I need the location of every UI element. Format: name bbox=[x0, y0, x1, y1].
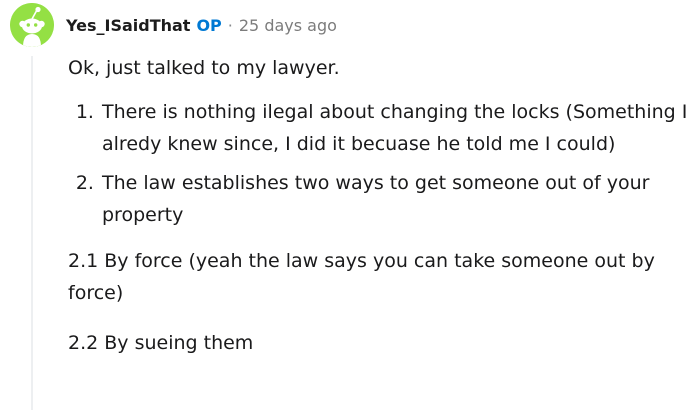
sub-point-paragraph: 2.2 By sueing them bbox=[68, 332, 254, 354]
thread-line[interactable] bbox=[31, 56, 33, 410]
sub-point-paragraph: 2.1 By force (yeah the law says you can … bbox=[68, 250, 655, 304]
snoo-avatar-icon bbox=[10, 3, 54, 47]
avatar[interactable] bbox=[10, 3, 54, 47]
comment-header: Yes_ISaidThat OP · 25 days ago bbox=[66, 12, 337, 38]
list-item: The law establishes two ways to get some… bbox=[100, 167, 688, 231]
list-item: There is nothing ilegal about changing t… bbox=[100, 96, 688, 160]
comment-intro: Ok, just talked to my lawyer. bbox=[68, 57, 340, 79]
username-link[interactable]: Yes_ISaidThat bbox=[66, 16, 190, 35]
timestamp-link[interactable]: 25 days ago bbox=[239, 16, 337, 35]
numbered-list: There is nothing ilegal about changing t… bbox=[68, 96, 688, 231]
comment: Yes_ISaidThat OP · 25 days ago Ok, just … bbox=[0, 0, 700, 410]
op-badge: OP bbox=[196, 15, 222, 35]
separator-dot: · bbox=[227, 15, 233, 35]
comment-body: Ok, just talked to my lawyer. There is n… bbox=[68, 52, 688, 359]
